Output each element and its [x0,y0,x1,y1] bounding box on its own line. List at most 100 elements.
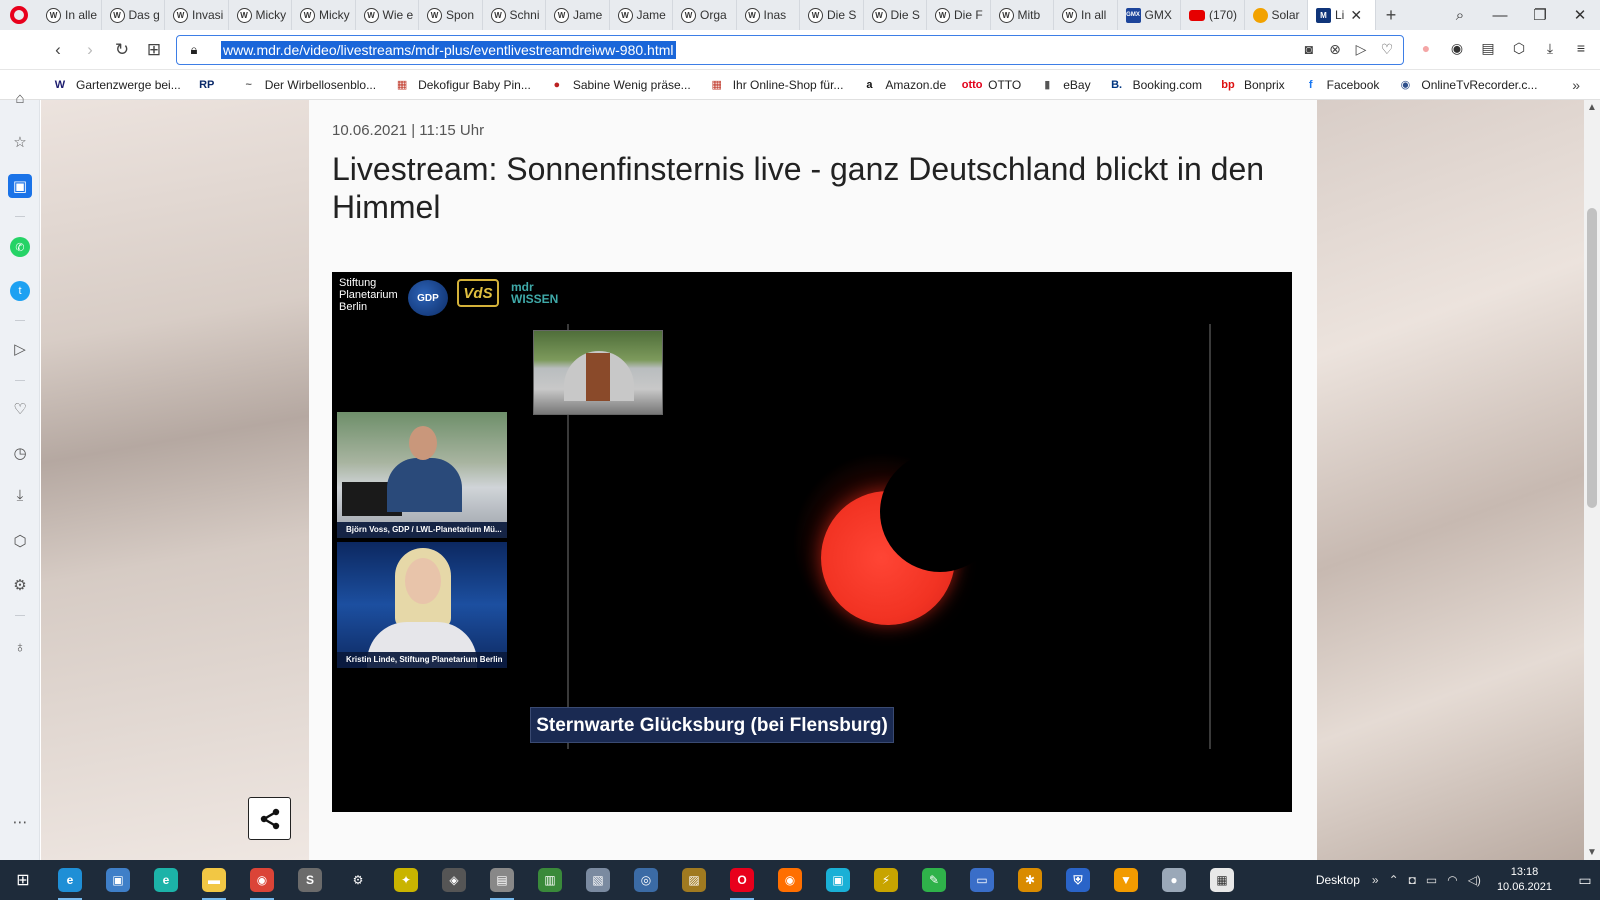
bookmark-9[interactable]: B. Booking.com [1109,78,1202,92]
tray-expand-icon[interactable]: ⌃ [1389,873,1399,887]
bookmark-2[interactable]: ~ Der Wirbellosenblo... [241,78,377,92]
block-icon[interactable]: ⊗ [1327,41,1343,58]
opera-menu-icon[interactable] [0,0,38,30]
tab-active[interactable]: M Li ✕ [1308,0,1376,30]
bookmark-11[interactable]: f Facebook [1303,78,1380,92]
tab-15[interactable]: W Mitb [991,0,1054,30]
extension-color-icon[interactable]: ● [1417,40,1435,58]
more-options-icon[interactable]: ⋯ [8,810,32,834]
app-s-taskbar-icon[interactable]: S [286,860,334,900]
bookmark-12[interactable]: ◉ OnlineTvRecorder.c... [1397,78,1538,92]
download-icon[interactable]: ⤓ [1541,40,1559,58]
app-spark-taskbar-icon[interactable]: ✱ [1006,860,1054,900]
bookmark-4[interactable]: ● Sabine Wenig präse... [549,78,691,92]
clock[interactable]: 13:18 10.06.2021 [1497,865,1552,895]
bookmarks-heart-icon[interactable]: ♡ [8,397,32,421]
bookmark-1[interactable]: RP [199,78,223,92]
tab-12[interactable]: W Die S [800,0,864,30]
search-tabs-icon[interactable]: ⌕ [1440,7,1480,24]
tab-5[interactable]: W Wie e [356,0,419,30]
opera-taskbar-icon[interactable]: O [718,860,766,900]
app-tool2-taskbar-icon[interactable]: ▧ [574,860,622,900]
tab-13[interactable]: W Die S [864,0,927,30]
share-button[interactable] [248,797,291,840]
tab-6[interactable]: W Spon [419,0,483,30]
settings-icon[interactable]: ⚙ [8,573,32,597]
edge-taskbar-icon[interactable]: e [46,860,94,900]
bookmark-0[interactable]: W Gartenzwerge bei... [52,78,181,92]
app-green-taskbar-icon[interactable]: ✎ [910,860,958,900]
new-tab-button[interactable]: + [1376,5,1406,26]
explorer-window-taskbar-icon[interactable]: ▣ [94,860,142,900]
lock-icon[interactable]: 🔒︎ [177,42,211,58]
tab-9[interactable]: W Jame [610,0,673,30]
edge-legacy-taskbar-icon[interactable]: e [142,860,190,900]
forward-button[interactable]: › [74,40,106,60]
camera-icon[interactable]: ◙ [1301,41,1317,58]
app-vpn-taskbar-icon[interactable]: ▼ [1102,860,1150,900]
app-tools-taskbar-icon[interactable]: ✦ [382,860,430,900]
app-viewer-taskbar-icon[interactable]: ◈ [430,860,478,900]
home-icon[interactable]: ⌂ [8,86,32,110]
tab-1[interactable]: W Das g [102,0,165,30]
app-network-taskbar-icon[interactable]: ▥ [526,860,574,900]
desktop-toolbar-label[interactable]: Desktop [1316,873,1360,887]
tab-8[interactable]: W Jame [546,0,610,30]
workspace-icon[interactable]: ▣ [8,174,32,198]
tab-19[interactable]: Solar [1245,0,1308,30]
bookmark-5[interactable]: ▦ Ihr Online-Shop für... [709,78,843,92]
tab-grid-button[interactable]: ⊞ [138,40,170,60]
file-explorer-taskbar-icon[interactable]: ▬ [190,860,238,900]
tab-14[interactable]: W Die F [927,0,991,30]
bookmark-8[interactable]: ▮ eBay [1039,78,1090,92]
volume-icon[interactable]: ◁) [1468,873,1481,887]
app-globe-taskbar-icon[interactable]: ● [1150,860,1198,900]
back-button[interactable]: ‹ [42,40,74,60]
tab-18[interactable]: (170) [1181,0,1245,30]
wifi-icon[interactable]: ◠ [1447,873,1457,887]
notification-icon[interactable]: ▭ [1570,872,1600,889]
close-tab-icon[interactable]: ✕ [1350,7,1362,24]
tab-10[interactable]: W Orga [673,0,737,30]
heart-icon[interactable]: ♡ [1379,41,1395,58]
speed-dial-icon[interactable]: ☆ [8,130,32,154]
chrome-taskbar-icon[interactable]: ◉ [238,860,286,900]
easy-setup-icon[interactable]: ≡ [1572,40,1590,58]
extensions-icon[interactable]: ⬡ [8,529,32,553]
app-window-taskbar-icon[interactable]: ▤ [478,860,526,900]
settings-taskbar-icon[interactable]: ⚙ [334,860,382,900]
restore-button[interactable]: ❐ [1520,6,1560,24]
app-archive-taskbar-icon[interactable]: ▨ [670,860,718,900]
toolbar-overflow-icon[interactable]: » [1372,873,1379,887]
twitter-icon[interactable]: t [10,281,30,301]
url-text[interactable]: www.mdr.de/video/livestreams/mdr-plus/ev… [221,41,676,59]
tab-0[interactable]: W In alle [38,0,102,30]
bookmark-10[interactable]: bp Bonprix [1220,78,1284,92]
tips-lightbulb-icon[interactable]: ♁ [8,635,32,659]
bookmark-3[interactable]: ▦ Dekofigur Baby Pin... [394,78,531,92]
bookmarks-overflow-icon[interactable]: » [1572,77,1580,93]
player-icon[interactable]: ▷ [8,337,32,361]
extension-e-icon[interactable]: ◉ [1448,40,1466,58]
tab-4[interactable]: W Micky [292,0,356,30]
tab-3[interactable]: W Micky [229,0,292,30]
scroll-up-icon[interactable]: ▲ [1584,102,1600,113]
close-window-button[interactable]: ✕ [1560,6,1600,24]
history-icon[interactable]: ◷ [8,441,32,465]
ms-store-taskbar-icon[interactable]: ▦ [1198,860,1246,900]
send-icon[interactable]: ▷ [1353,41,1369,58]
page-scrollbar[interactable]: ▲ ▼ [1584,100,1600,860]
wallet-icon[interactable]: ▤ [1479,40,1497,58]
tab-11[interactable]: W Inas [737,0,800,30]
tab-2[interactable]: W Invasi [165,0,229,30]
windows-start-icon[interactable]: ⊞ [0,860,46,900]
app-store-taskbar-icon[interactable]: ▣ [814,860,862,900]
scroll-down-icon[interactable]: ▼ [1584,847,1600,858]
app-shield-taskbar-icon[interactable]: ⛨ [1054,860,1102,900]
app-disc-taskbar-icon[interactable]: ◎ [622,860,670,900]
cube-icon[interactable]: ⬡ [1510,40,1528,58]
battery-icon[interactable]: ▭ [1426,873,1437,887]
scrollbar-thumb[interactable] [1587,208,1597,508]
app-flash-taskbar-icon[interactable]: ⚡ [862,860,910,900]
tab-7[interactable]: W Schni [483,0,546,30]
